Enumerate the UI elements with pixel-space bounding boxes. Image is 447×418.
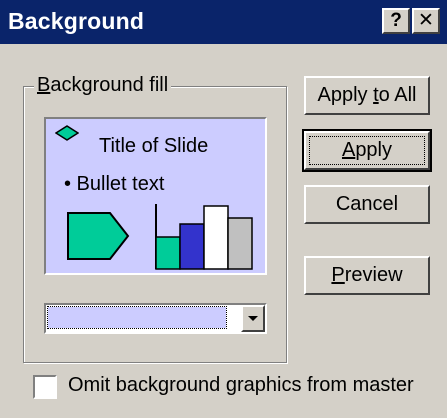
apply-button[interactable]: Apply — [302, 129, 432, 172]
title-bar[interactable]: Background ? ✕ — [0, 0, 447, 44]
fill-color-dropdown[interactable] — [44, 303, 267, 334]
apply-to-all-button[interactable]: Apply to All — [304, 76, 430, 115]
omit-background-graphics-label[interactable]: Omit background graphics from master — [68, 374, 414, 397]
help-button[interactable]: ? — [382, 8, 410, 34]
fill-color-swatch[interactable] — [47, 306, 227, 329]
window-title: Background — [8, 8, 145, 34]
background-dialog: Background ? ✕ Background fill Title of … — [0, 0, 447, 418]
background-fill-label: Background fill — [34, 74, 172, 97]
arrow-shape-icon — [67, 212, 130, 260]
diamond-shape-icon — [55, 125, 79, 141]
dropdown-button[interactable] — [241, 305, 265, 332]
preview-button[interactable]: Preview — [304, 256, 430, 295]
close-button[interactable]: ✕ — [412, 8, 440, 34]
cancel-button[interactable]: Cancel — [304, 185, 430, 224]
slide-preview: Title of Slide • Bullet text — [44, 117, 267, 275]
close-icon: ✕ — [418, 10, 434, 31]
preview-title: Title of Slide — [99, 135, 209, 157]
preview-bullet-text: • Bullet text — [64, 173, 165, 195]
omit-background-graphics-checkbox[interactable] — [33, 375, 57, 399]
chevron-down-icon — [248, 316, 258, 321]
help-icon: ? — [390, 10, 402, 31]
bar-chart-icon — [155, 204, 253, 270]
